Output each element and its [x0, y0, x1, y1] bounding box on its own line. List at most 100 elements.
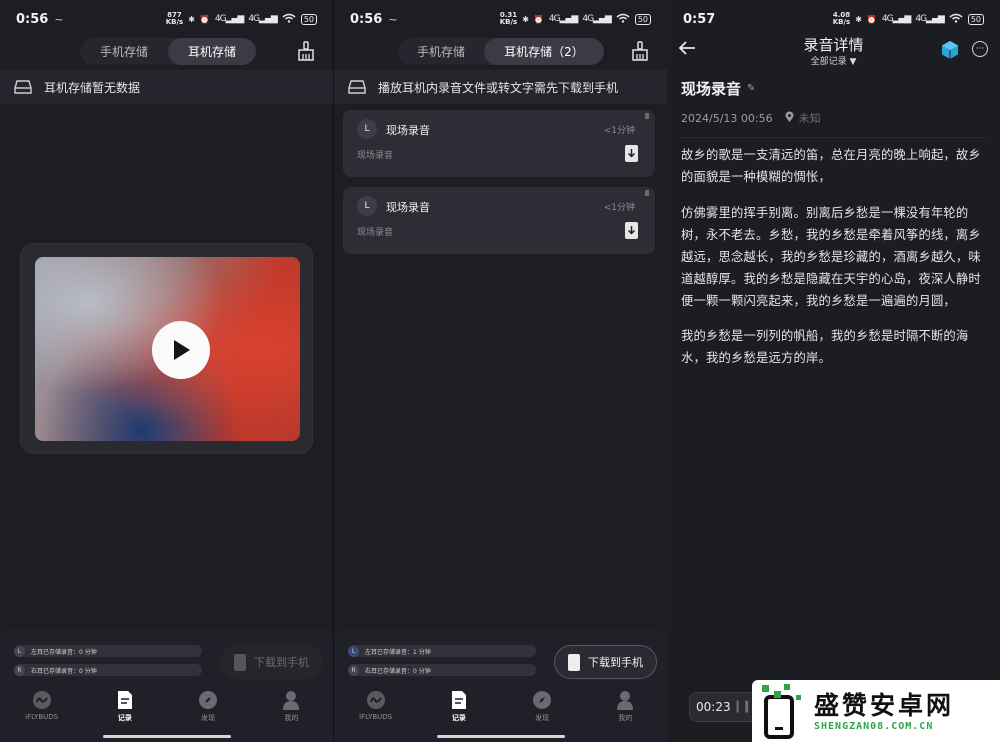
status-time: 0:57	[683, 11, 716, 27]
download-to-phone-button[interactable]: 下载到手机	[554, 645, 657, 679]
broom-icon[interactable]	[627, 38, 653, 64]
signal-icon: 4G▂▄▆	[548, 14, 578, 24]
corner-marker	[645, 190, 649, 196]
person-icon	[281, 690, 301, 710]
recording-card[interactable]: L 现场录音 <1分钟 现场录音	[343, 187, 655, 254]
tab-earphone-storage[interactable]: 耳机存储	[168, 38, 256, 65]
phone-download-icon	[234, 653, 246, 671]
more-options-icon[interactable]: ···	[972, 41, 988, 57]
iflybuds-icon	[366, 690, 386, 710]
broom-icon[interactable]	[293, 38, 319, 64]
nav-discover[interactable]: 发现	[501, 690, 584, 730]
cube-logo-icon[interactable]	[940, 40, 960, 60]
tab-phone-storage[interactable]: 手机存储	[398, 38, 484, 65]
battery-icon: 50	[967, 13, 984, 25]
wifi-icon	[282, 13, 296, 25]
left-ear-storage: L 左耳已存储录音：0 分钟	[14, 645, 202, 657]
tab-phone-storage[interactable]: 手机存储	[80, 38, 168, 65]
recording-title: 现场录音	[386, 124, 430, 137]
recording-duration: <1分钟	[603, 126, 635, 136]
info-banner: 播放耳机内录音文件或转文字需先下载到手机	[334, 70, 667, 104]
home-indicator[interactable]	[437, 735, 565, 738]
storage-drive-icon	[348, 80, 366, 94]
alarm-icon: ⏰	[199, 14, 210, 24]
right-ear-badge: R	[348, 664, 359, 676]
signal-icon-2: 4G▂▄▆	[582, 14, 611, 24]
video-thumbnail[interactable]	[35, 257, 300, 441]
document-icon	[449, 690, 469, 710]
nav-iflybuds[interactable]: iFLYBUDS	[0, 690, 83, 730]
signal-icon-2: 4G▂▄▆	[248, 14, 277, 24]
status-time: 0:56	[16, 11, 49, 27]
nav-records[interactable]: 记录	[417, 690, 500, 730]
transcript-paragraph: 故乡的歌是一支清远的笛，总在月亮的晚上响起，故乡的面貌是一种模糊的惆怅，	[681, 148, 981, 184]
left-ear-badge: L	[348, 645, 359, 657]
watermark-en: SHENGZAN08.COM.CN	[814, 720, 934, 732]
detail-header: 录音详情 全部记录 ▼ ···	[667, 32, 1000, 72]
bottom-panel: L 左耳已存储录音：0 分钟 R 右耳已存储录音：0 分钟 下载到手机 iFLY…	[0, 629, 333, 742]
storage-tab-switch: 手机存储 耳机存储	[80, 38, 256, 65]
signal-icon: 4G▂▄▆	[881, 14, 911, 24]
home-indicator[interactable]	[103, 735, 231, 738]
download-to-phone-button[interactable]: 下载到手机	[220, 645, 323, 679]
wave-icon: ~	[54, 12, 64, 26]
play-icon[interactable]	[152, 321, 210, 379]
storage-drive-icon	[14, 80, 32, 94]
left-ear-badge: L	[14, 645, 25, 657]
phone-download-icon	[568, 653, 580, 671]
bottom-nav: iFLYBUDS 记录 发现 我的	[334, 690, 667, 730]
recording-subtitle: 现场录音	[357, 228, 394, 238]
location-pin-icon	[785, 111, 794, 126]
download-icon[interactable]	[625, 222, 638, 239]
left-ear-badge: L	[357, 119, 377, 139]
compass-icon	[198, 690, 218, 710]
recording-card[interactable]: L 现场录音 <1分钟 现场录音	[343, 110, 655, 177]
status-bar: 0:56 ~ 877 KB/s ✱ ⏰ 4G▂▄▆ 4G▂▄▆ 50	[0, 0, 333, 38]
alarm-icon: ⏰	[866, 14, 877, 24]
bottom-nav: iFLYBUDS 记录 发现 我的	[0, 690, 333, 730]
nav-iflybuds[interactable]: iFLYBUDS	[334, 690, 417, 730]
bottom-panel: L 左耳已存储录音：1 分钟 R 右耳已存储录音：0 分钟 下载到手机 iFLY…	[334, 629, 667, 742]
recording-title: 现场录音	[386, 201, 430, 214]
net-speed: 877 KB/s	[165, 11, 184, 26]
net-speed: 0.31 KB/s	[499, 11, 518, 26]
wifi-icon	[949, 13, 963, 25]
bluetooth-icon: ✱	[855, 14, 862, 24]
banner-text: 耳机存储暂无数据	[44, 80, 141, 95]
tutorial-video-card	[20, 243, 313, 454]
signal-icon-2: 4G▂▄▆	[915, 14, 944, 24]
transcript-paragraph: 我的乡愁是一列列的帆船，我的乡愁是时隔不断的海水，我的乡愁是远方的岸。	[681, 329, 969, 365]
nav-mine[interactable]: 我的	[584, 690, 667, 730]
recording-location: 未知	[798, 112, 821, 125]
battery-icon: 50	[634, 13, 651, 25]
wifi-icon	[616, 13, 630, 25]
left-ear-storage: L 左耳已存储录音：1 分钟	[348, 645, 536, 657]
divider	[681, 137, 986, 138]
earphone-storage-list-screen: 0:56 ~ 0.31 KB/s ✱ ⏰ 4G▂▄▆ 4G▂▄▆ 50 手机存储 …	[334, 0, 667, 742]
right-ear-badge: R	[14, 664, 25, 676]
right-ear-storage: R 右耳已存储录音：0 分钟	[14, 664, 202, 676]
recording-duration: <1分钟	[603, 203, 635, 213]
banner-text: 播放耳机内录音文件或转文字需先下载到手机	[378, 80, 619, 95]
battery-icon: 50	[300, 13, 317, 25]
corner-marker	[645, 113, 649, 119]
person-icon	[615, 690, 635, 710]
edit-pencil-icon[interactable]: ✎	[747, 83, 755, 94]
nav-discover[interactable]: 发现	[167, 690, 250, 730]
player-time: 00:23	[696, 700, 731, 714]
alarm-icon: ⏰	[533, 14, 544, 24]
compass-icon	[532, 690, 552, 710]
document-icon	[115, 690, 135, 710]
watermark-cn: 盛赞安卓网	[814, 690, 955, 720]
info-banner: 耳机存储暂无数据	[0, 70, 333, 104]
iflybuds-icon	[32, 690, 52, 710]
status-time: 0:56	[350, 11, 383, 27]
nav-records[interactable]: 记录	[83, 690, 166, 730]
signal-icon: 4G▂▄▆	[214, 14, 244, 24]
watermark-logo	[758, 683, 806, 739]
nav-mine[interactable]: 我的	[250, 690, 333, 730]
tab-earphone-storage[interactable]: 耳机存储（2）	[484, 38, 604, 65]
recording-subtitle: 现场录音	[357, 151, 394, 161]
recording-meta: 2024/5/13 00:56 未知	[681, 110, 821, 126]
download-icon[interactable]	[625, 145, 638, 162]
